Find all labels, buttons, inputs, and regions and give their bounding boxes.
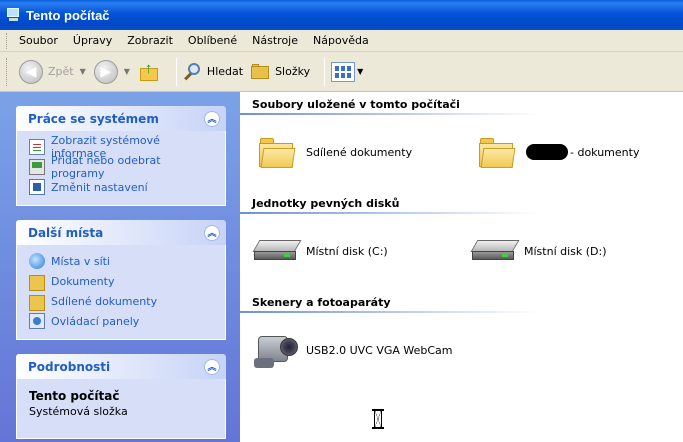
network-icon	[29, 253, 45, 269]
panel-header[interactable]: Podrobnosti ︽	[16, 354, 226, 379]
views-icon	[331, 61, 356, 82]
link-label: Místa v síti	[51, 254, 110, 268]
group-header-hard-drives: Jednotky pevných disků	[252, 197, 400, 210]
redacted-username	[526, 144, 568, 160]
link-add-remove-programs[interactable]: Přidat nebo odebrat programy	[29, 154, 215, 180]
link-label: Ovládací panely	[51, 314, 140, 328]
drive-c-item[interactable]: Místní disk (C:)	[252, 238, 388, 264]
link-label: Dokumenty	[51, 274, 115, 288]
window-title: Tento počítač	[26, 7, 110, 23]
menu-grip	[6, 32, 9, 49]
link-change-setting[interactable]: Změnit nastavení	[29, 177, 215, 197]
menu-soubor[interactable]: Soubor	[19, 34, 58, 47]
folder-icon	[29, 295, 45, 311]
panel-title: Další místa	[28, 225, 104, 240]
settings-icon	[29, 179, 45, 195]
back-dropdown-icon[interactable]: ▼	[80, 67, 86, 76]
link-label: Přidat nebo odebrat programy	[51, 154, 161, 180]
details-name: Tento počítač	[29, 389, 120, 403]
link-control-panel[interactable]: Ovládací panely	[29, 311, 215, 331]
folders-button[interactable]: Složky	[251, 63, 311, 80]
toolbar-grip	[6, 57, 9, 86]
other-places-panel: Další místa ︽ Místa v síti Dokumenty Sdí…	[16, 220, 226, 340]
task-pane: Práce se systémem ︽ Zobrazit systémové i…	[0, 92, 240, 442]
back-arrow-icon: ◀	[19, 59, 43, 84]
panel-title: Práce se systémem	[28, 111, 159, 126]
folder-icon	[251, 63, 271, 80]
hard-drive-icon	[252, 238, 302, 264]
item-label: - dokumenty	[570, 145, 640, 159]
menu-oblibene[interactable]: Oblíbené	[188, 34, 237, 47]
system-info-icon	[29, 139, 45, 155]
group-divider	[240, 311, 540, 313]
item-label: Místní disk (D:)	[524, 244, 607, 258]
toolbar: ◀ Zpět ▼ ▶ ▼ ↑ Hledat Složky ▼	[0, 52, 683, 92]
search-icon	[183, 62, 203, 82]
forward-dropdown-icon[interactable]: ▼	[124, 67, 130, 76]
webcam-item[interactable]: USB2.0 UVC VGA WebCam	[254, 330, 453, 370]
group-header-scanners-cameras: Skenery a fotoaparáty	[252, 296, 391, 309]
collapse-icon[interactable]: ︽	[204, 224, 220, 241]
back-button[interactable]: ◀ Zpět ▼	[19, 59, 86, 84]
link-label: Sdílené dokumenty	[51, 294, 158, 308]
shared-documents-item[interactable]: Sdílené dokumenty	[258, 134, 412, 170]
folder-icon	[478, 134, 516, 170]
hard-drive-icon	[470, 238, 520, 264]
menu-upravy[interactable]: Úpravy	[73, 34, 112, 47]
computer-icon	[6, 7, 20, 23]
hourglass-cursor-icon	[372, 409, 384, 429]
menu-nastroje[interactable]: Nástroje	[252, 34, 298, 47]
title-bar[interactable]: Tento počítač	[0, 0, 683, 30]
system-tasks-panel: Práce se systémem ︽ Zobrazit systémové i…	[16, 106, 226, 206]
panel-header[interactable]: Práce se systémem ︽	[16, 106, 226, 131]
toolbar-separator	[175, 57, 177, 86]
menu-napoveda[interactable]: Nápověda	[313, 34, 369, 47]
forward-arrow-icon: ▶	[93, 59, 118, 84]
details-panel: Podrobnosti ︽ Tento počítač Systémová sl…	[16, 354, 226, 439]
panel-header[interactable]: Další místa ︽	[16, 220, 226, 245]
views-dropdown-icon[interactable]: ▼	[357, 67, 363, 76]
group-header-stored-files: Soubory uložené v tomto počítači	[252, 98, 460, 111]
views-button[interactable]: ▼	[331, 61, 363, 82]
back-label: Zpět	[48, 65, 74, 78]
group-divider	[240, 113, 540, 115]
link-shared-documents[interactable]: Sdílené dokumenty	[29, 291, 215, 311]
folder-icon	[258, 134, 296, 170]
panel-title: Podrobnosti	[28, 359, 111, 374]
link-label: Změnit nastavení	[51, 180, 148, 194]
add-remove-programs-icon	[29, 159, 45, 175]
folders-label: Složky	[275, 65, 311, 78]
control-panel-icon	[29, 313, 45, 329]
item-label: Sdílené dokumenty	[306, 145, 413, 159]
details-description: Systémová složka	[29, 405, 128, 418]
forward-button[interactable]: ▶ ▼	[93, 59, 130, 84]
item-label: USB2.0 UVC VGA WebCam	[306, 343, 453, 357]
menu-bar: Soubor Úpravy Zobrazit Oblíbené Nástroje…	[0, 30, 683, 52]
collapse-icon[interactable]: ︽	[204, 358, 220, 375]
toolbar-separator	[324, 57, 326, 86]
group-divider	[240, 212, 540, 214]
menu-zobrazit[interactable]: Zobrazit	[127, 34, 173, 47]
user-documents-item[interactable]: - dokumenty	[478, 134, 639, 170]
item-label: Místní disk (C:)	[306, 244, 388, 258]
link-network-places[interactable]: Místa v síti	[29, 251, 215, 271]
search-label: Hledat	[206, 65, 244, 78]
content-area: Soubory uložené v tomto počítači Sdílené…	[240, 92, 683, 442]
folder-icon	[29, 275, 45, 291]
search-button[interactable]: Hledat	[183, 62, 243, 82]
drive-d-item[interactable]: Místní disk (D:)	[470, 238, 607, 264]
webcam-icon	[254, 330, 300, 370]
link-documents[interactable]: Dokumenty	[29, 271, 215, 291]
collapse-icon[interactable]: ︽	[204, 110, 220, 127]
up-folder-icon[interactable]: ↑	[138, 60, 160, 84]
